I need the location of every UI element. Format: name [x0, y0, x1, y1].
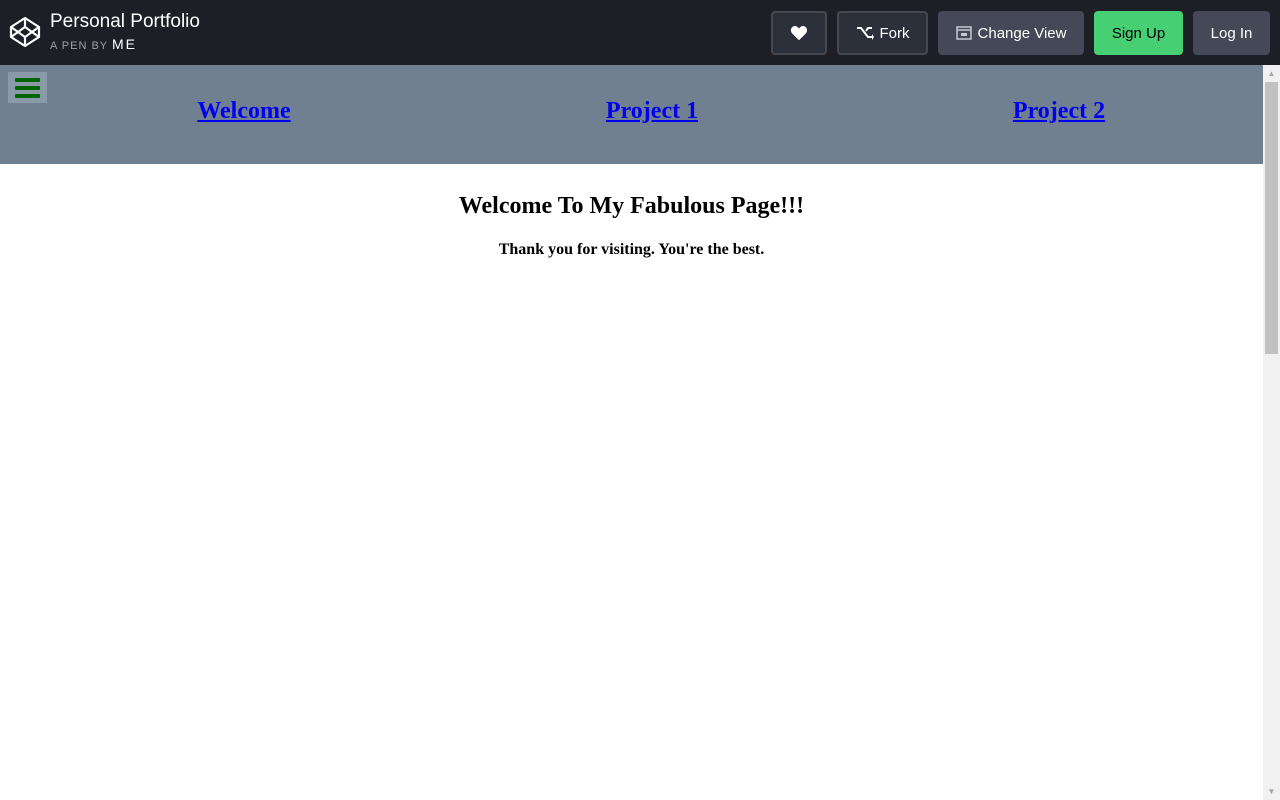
pen-title: Personal Portfolio — [50, 11, 200, 32]
heart-button[interactable] — [771, 11, 827, 55]
pen-preview: Welcome Project 1 Project 2 Welcome To M… — [0, 65, 1263, 800]
sign-up-label: Sign Up — [1111, 24, 1166, 42]
heart-icon — [790, 26, 808, 41]
pen-author[interactable]: ME — [112, 36, 137, 52]
scroll-thumb[interactable] — [1265, 82, 1278, 354]
welcome-subheading: Thank you for visiting. You're the best. — [498, 241, 765, 258]
log-in-label: Log In — [1210, 24, 1253, 42]
nav-link-project-1[interactable]: Project 1 — [606, 98, 698, 125]
fork-button[interactable]: Fork — [837, 11, 928, 55]
hamburger-menu-icon[interactable] — [8, 72, 47, 103]
preview-navbar: Welcome Project 1 Project 2 — [0, 65, 1263, 164]
codepen-logo-icon[interactable] — [9, 16, 41, 48]
sign-up-button[interactable]: Sign Up — [1094, 11, 1183, 55]
pen-author-line: A PEN BY ME — [50, 36, 200, 52]
pen-by-prefix: A PEN BY — [50, 40, 108, 52]
welcome-heading: Welcome To My Fabulous Page!!! — [458, 193, 805, 219]
change-view-label: Change View — [977, 24, 1067, 42]
preview-scrollbar[interactable]: ▲ ▼ — [1263, 65, 1280, 800]
fork-label: Fork — [879, 24, 910, 42]
fork-icon — [856, 27, 874, 40]
log-in-button[interactable]: Log In — [1193, 11, 1270, 55]
nav-link-project-2[interactable]: Project 2 — [1013, 98, 1105, 125]
scroll-down-arrow-icon[interactable]: ▼ — [1263, 783, 1280, 800]
scroll-up-arrow-icon[interactable]: ▲ — [1263, 65, 1280, 82]
codepen-header: Personal Portfolio A PEN BY ME Fork Chan… — [0, 0, 1280, 65]
nav-link-welcome[interactable]: Welcome — [197, 98, 290, 125]
change-view-button[interactable]: Change View — [938, 11, 1084, 55]
pen-title-block: Personal Portfolio A PEN BY ME — [50, 10, 200, 52]
change-view-icon — [955, 26, 972, 40]
